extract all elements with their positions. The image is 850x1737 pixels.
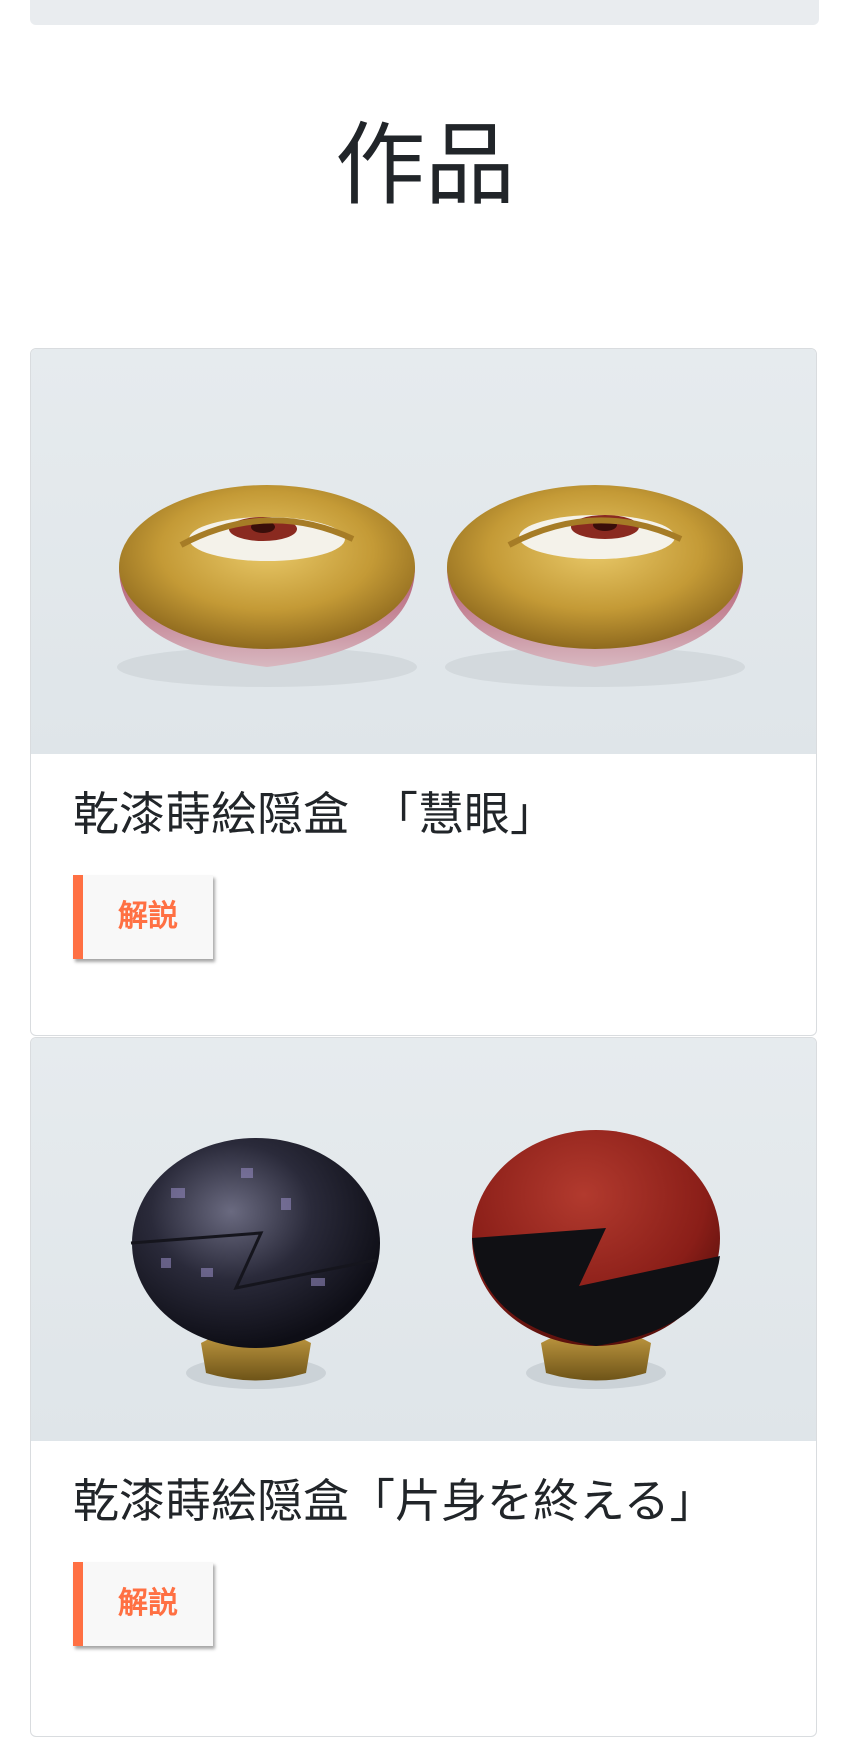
work-image-lacquer-egg-boxes[interactable] (31, 1038, 816, 1441)
work-card: 乾漆蒔絵隠盒 「慧眼」 解説 (30, 348, 817, 1036)
section-title: 作品 (335, 113, 515, 218)
work-title: 乾漆蒔絵隠盒「片身を終える」 (73, 1474, 716, 1528)
work-card: 乾漆蒔絵隠盒「片身を終える」 解説 (30, 1037, 817, 1737)
work-image-lacquer-eye-boxes[interactable] (31, 349, 816, 754)
artwork-illustration (130, 1130, 720, 1389)
artwork-illustration (117, 485, 745, 687)
explain-button[interactable]: 解説 (73, 875, 213, 959)
work-title: 乾漆蒔絵隠盒 「慧眼」 (73, 787, 556, 841)
top-bar (30, 0, 819, 25)
explain-button[interactable]: 解説 (73, 1562, 213, 1646)
